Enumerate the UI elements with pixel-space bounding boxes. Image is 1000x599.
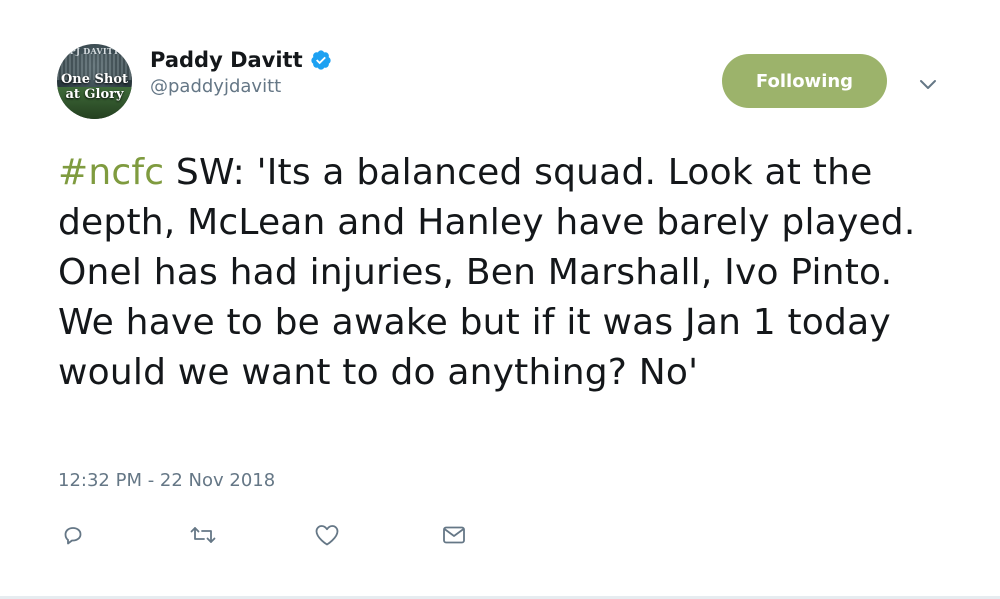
reply-button[interactable] (58, 520, 88, 550)
direct-message-button[interactable] (439, 520, 469, 550)
avatar-logo-line2: at Glory (65, 87, 124, 102)
user-handle[interactable]: @paddyjdavitt (150, 76, 332, 97)
hashtag-link[interactable]: #ncfc (58, 152, 164, 193)
tweet-timestamp[interactable]: 12:32 PM - 22 Nov 2018 (58, 470, 275, 491)
tweet-actions (0, 520, 1000, 552)
like-icon (314, 523, 340, 547)
tweet-text: #ncfc SW: 'Its a balanced squad. Look at… (58, 148, 958, 398)
following-button[interactable]: Following (722, 54, 887, 108)
avatar[interactable]: PJ DAVITT One Shot at Glory (57, 44, 132, 119)
tweet-card: PJ DAVITT One Shot at Glory Paddy Davitt… (0, 0, 1000, 599)
reply-icon (61, 523, 85, 547)
direct-message-icon (441, 523, 467, 547)
avatar-logo-line1: One Shot (60, 72, 129, 87)
retweet-button[interactable] (188, 520, 218, 550)
user-info: Paddy Davitt @paddyjdavitt (150, 48, 332, 97)
retweet-icon (189, 523, 217, 547)
display-name[interactable]: Paddy Davitt (150, 48, 303, 72)
verified-badge-icon (310, 49, 332, 71)
avatar-top-text: PJ DAVITT (69, 46, 120, 56)
name-row: Paddy Davitt (150, 48, 332, 72)
like-button[interactable] (312, 520, 342, 550)
tweet-body: SW: 'Its a balanced squad. Look at the d… (58, 152, 916, 393)
chevron-down-icon[interactable] (919, 76, 937, 89)
